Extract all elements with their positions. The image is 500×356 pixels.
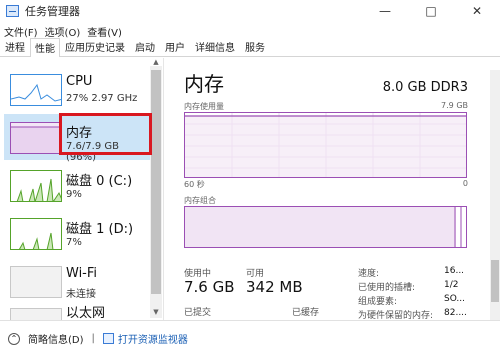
time-axis-label: 60 秒 — [184, 180, 205, 189]
memory-thumbnail — [10, 122, 62, 154]
resource-subtitle: 7% — [66, 237, 82, 248]
tab-users[interactable]: 用户 — [160, 37, 190, 56]
resource-item-disk-0[interactable]: 磁盘 0 (C:) 9% — [4, 162, 150, 208]
wifi-thumbnail — [10, 266, 62, 298]
resource-subtitle: 27% 2.97 GHz — [66, 93, 138, 104]
graph2-label: 内存组合 — [184, 196, 216, 205]
disk-0-thumbnail — [10, 170, 62, 202]
memory-highlight-box — [59, 113, 152, 155]
resource-title: 以太网 — [66, 306, 106, 320]
form-factor-value: SO... — [444, 294, 466, 304]
graph1-max: 7.9 GB — [441, 101, 468, 110]
tab-services[interactable]: 服务 — [240, 37, 270, 56]
cached-label: 已缓存 — [292, 308, 320, 318]
ethernet-thumbnail — [10, 308, 62, 320]
footer-bar: ⌃ 简略信息(D) | 打开资源监视器 — [0, 320, 500, 356]
slots-used-label: 已使用的插槽: — [358, 283, 416, 293]
detail-pane: 内存 8.0 GB DDR3 内存使用量 7.9 GB 60 秒 0 内存组合 — [164, 58, 500, 321]
resource-subtitle: 9% — [66, 189, 82, 200]
scroll-up-icon[interactable]: ▲ — [150, 58, 162, 66]
close-button[interactable]: ✕ — [454, 0, 500, 22]
zero-axis-label: 0 — [462, 179, 468, 188]
minimize-button[interactable]: — — [362, 0, 408, 22]
memory-usage-graph — [184, 112, 467, 178]
resource-item-ethernet[interactable]: 以太网 — [4, 300, 150, 320]
disk-1-thumbnail — [10, 218, 62, 250]
collapse-arrow-icon[interactable]: ⌃ — [8, 332, 20, 345]
tab-app-history[interactable]: 应用历史记录 — [60, 37, 130, 56]
speed-label: 速度: — [358, 269, 380, 279]
task-manager-icon — [6, 5, 19, 17]
in-use-value: 7.6 GB — [184, 278, 235, 296]
footer-separator: | — [91, 333, 95, 344]
memory-spec: 8.0 GB DDR3 — [382, 80, 468, 95]
resource-title: 磁盘 0 (C:) — [66, 174, 133, 189]
maximize-button[interactable]: □ — [408, 0, 454, 22]
tab-details[interactable]: 详细信息 — [190, 37, 240, 56]
resource-list: CPU 27% 2.97 GHz 内存 7.6/7.9 GB (96%) 磁盘 … — [0, 58, 164, 320]
title-bar: 任务管理器 — □ ✕ — [0, 0, 500, 22]
page-title: 内存 — [184, 72, 224, 96]
resource-item-wifi[interactable]: Wi-Fi 未连接 — [4, 258, 150, 304]
resource-item-disk-1[interactable]: 磁盘 1 (D:) 7% — [4, 210, 150, 256]
tab-startup[interactable]: 启动 — [130, 37, 160, 56]
scroll-down-icon[interactable]: ▼ — [150, 306, 162, 318]
tab-performance[interactable]: 性能 — [30, 38, 60, 57]
window-title: 任务管理器 — [25, 5, 80, 18]
available-value: 342 MB — [246, 278, 303, 296]
committed-label: 已提交 — [184, 308, 212, 318]
fewer-details-link[interactable]: 简略信息(D) — [28, 331, 84, 346]
resource-title: Wi-Fi — [66, 266, 98, 281]
scroll-thumb[interactable] — [151, 70, 161, 294]
open-resource-monitor-link[interactable]: 打开资源监视器 — [118, 331, 188, 346]
resource-subtitle: 未连接 — [66, 289, 96, 300]
speed-value: 16... — [444, 266, 465, 276]
tab-processes[interactable]: 进程 — [0, 37, 30, 56]
resource-list-scrollbar[interactable]: ▲ ▼ — [150, 58, 162, 318]
cpu-thumbnail — [10, 74, 62, 106]
detail-scroll-thumb[interactable] — [491, 260, 499, 302]
graph1-label: 内存使用量 — [184, 102, 224, 111]
resource-item-cpu[interactable]: CPU 27% 2.97 GHz — [4, 66, 150, 112]
slots-used-value: 1/2 — [444, 280, 459, 290]
resource-monitor-icon — [102, 333, 114, 344]
resource-title: 磁盘 1 (D:) — [66, 222, 134, 237]
detail-scrollbar[interactable] — [490, 70, 500, 320]
tab-bar: 进程 性能 应用历史记录 启动 用户 详细信息 服务 — [0, 37, 500, 57]
hardware-reserved-value: 82.... — [444, 308, 467, 318]
memory-composition-bar — [184, 206, 467, 248]
form-factor-label: 组成要素: — [358, 297, 398, 307]
resource-title: CPU — [66, 74, 93, 89]
